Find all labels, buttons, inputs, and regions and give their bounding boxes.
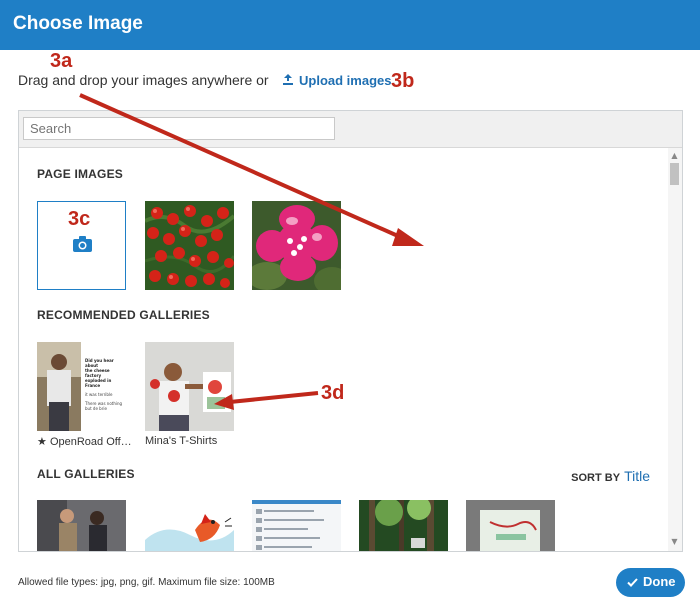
annotation-3d: 3d (321, 382, 345, 404)
arrow-3a (79, 93, 399, 238)
arrow-3d-head (214, 394, 234, 410)
arrow-3a-head (392, 228, 424, 246)
arrow-3d (229, 391, 319, 404)
annotation-3a: 3a (50, 50, 73, 72)
annotation-arrows (79, 93, 424, 410)
annotation-3c: 3c (68, 208, 91, 230)
annotation-3b: 3b (391, 70, 415, 92)
